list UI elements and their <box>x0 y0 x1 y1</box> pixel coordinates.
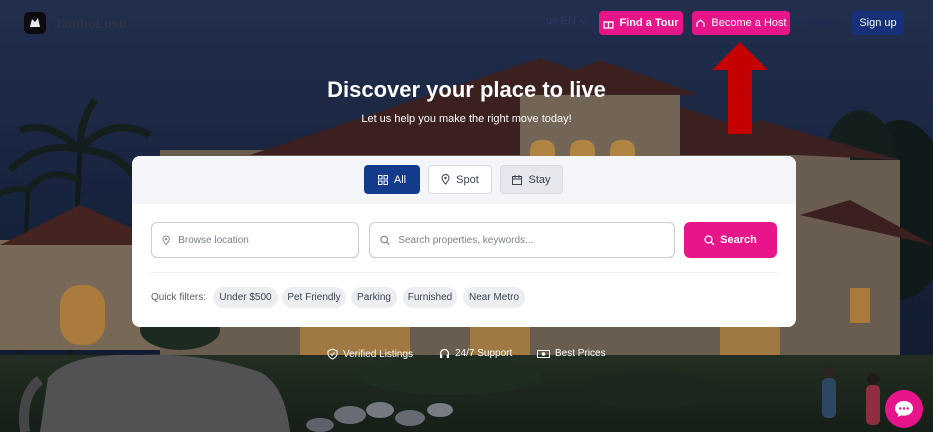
hero-subtitle: Let us help you make the right move toda… <box>361 113 572 125</box>
search-button-label: Search <box>720 234 757 246</box>
tab-all-label: All <box>393 173 407 186</box>
search-tabs-bar: All Spot Stay <box>132 156 796 204</box>
feature-verified: Verified Listings <box>327 348 413 360</box>
quick-filters-label: Quick filters: <box>151 292 207 303</box>
keyword-input[interactable] <box>398 234 674 246</box>
search-icon <box>380 235 390 245</box>
find-tour-label: Find a Tour <box>619 17 679 29</box>
money-icon <box>537 349 550 358</box>
sign-in-link[interactable]: Sign in <box>809 16 843 28</box>
tab-stay-label: Stay <box>528 173 551 186</box>
quick-filter-chip[interactable]: Furnished <box>403 287 457 308</box>
pin-icon <box>441 174 450 185</box>
location-pin-icon <box>162 235 170 245</box>
tab-all[interactable]: All <box>364 165 420 194</box>
become-host-button[interactable]: Become a Host <box>692 11 790 35</box>
location-field[interactable] <box>151 222 359 258</box>
chat-button[interactable] <box>885 390 923 428</box>
search-icon <box>704 234 715 245</box>
quick-filter-chip[interactable]: Under $500 <box>213 287 278 308</box>
annotation-arrow-icon <box>712 42 768 134</box>
shield-check-icon <box>327 348 338 360</box>
gift-icon <box>603 20 615 29</box>
hero-title: Discover your place to live <box>327 77 606 102</box>
feature-label: 24/7 Support <box>455 348 513 359</box>
card-divider <box>151 272 777 273</box>
chat-icon <box>895 401 913 417</box>
sign-up-button[interactable]: Sign up <box>852 11 904 35</box>
chevron-down-icon <box>579 18 588 24</box>
find-tour-button[interactable]: Find a Tour <box>599 11 683 35</box>
brand[interactable]: JamboLush <box>24 12 127 34</box>
tab-stay[interactable]: Stay <box>500 165 563 194</box>
feature-prices: Best Prices <box>537 348 606 359</box>
feature-label: Verified Listings <box>343 348 414 360</box>
language-code: us EN <box>546 15 576 27</box>
search-card: All Spot Stay Browse location Search pro… <box>132 156 796 327</box>
grid-icon <box>377 174 388 185</box>
search-button[interactable]: Search <box>684 222 777 258</box>
keyword-field[interactable] <box>369 222 675 258</box>
quick-filter-chip[interactable]: Parking <box>351 287 397 308</box>
feature-label: Best Prices <box>555 348 606 359</box>
language-selector[interactable]: us EN <box>546 15 588 27</box>
calendar-icon <box>512 174 523 185</box>
tab-spot-label: Spot <box>456 173 479 186</box>
quick-filter-chip[interactable]: Near Metro <box>463 287 525 308</box>
top-navbar: JamboLush us EN Find a Tour Become a Hos… <box>0 0 933 44</box>
host-icon <box>696 18 705 27</box>
quick-filter-chip[interactable]: Pet Friendly <box>282 287 346 308</box>
headset-icon <box>439 348 450 358</box>
feature-support: 24/7 Support <box>439 348 512 359</box>
brand-name: JamboLush <box>54 15 127 31</box>
location-input[interactable] <box>178 234 358 246</box>
tab-spot[interactable]: Spot <box>428 165 492 194</box>
become-host-label: Become a Host <box>711 17 787 29</box>
brand-logo-icon <box>24 12 46 34</box>
